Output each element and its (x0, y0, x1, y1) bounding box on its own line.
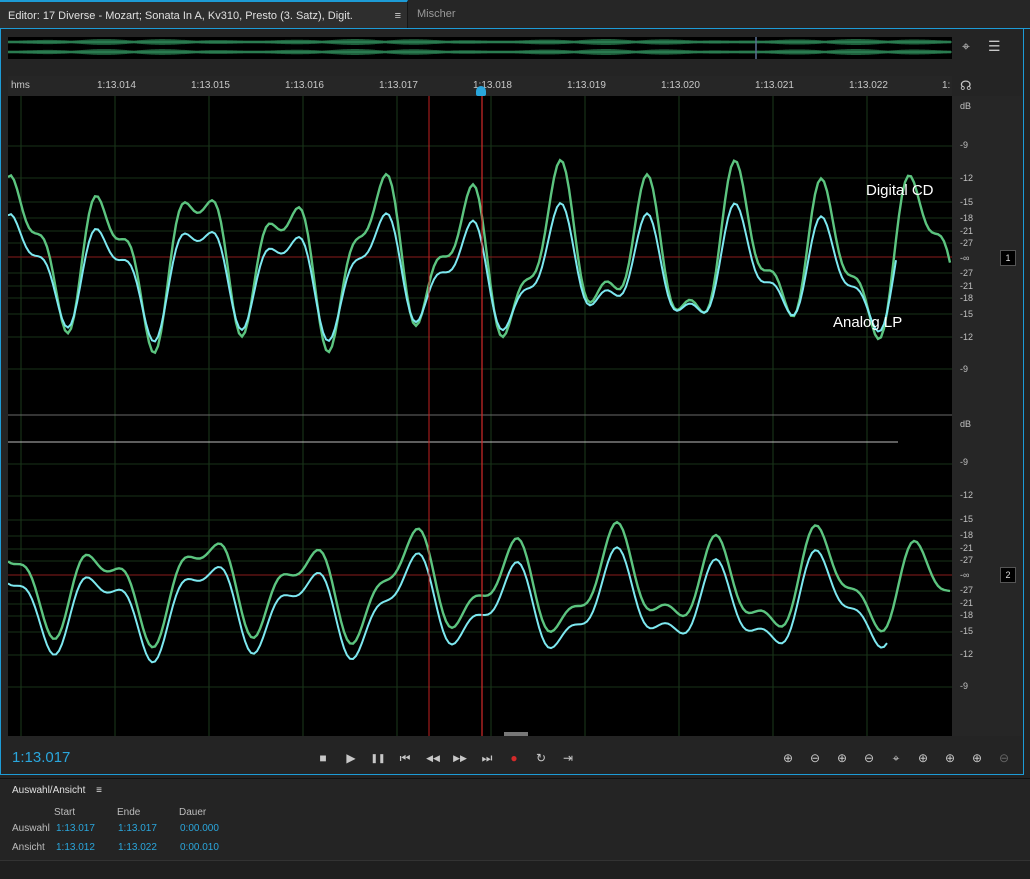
tab-menu-icon[interactable]: ≡ (395, 2, 401, 30)
db-label: -21 (960, 281, 974, 291)
zoom-selection-icon[interactable]: ⌖ (884, 749, 908, 767)
selection-panel-title-text: Auswahl/Ansicht (12, 785, 86, 796)
db-label: -21 (960, 226, 974, 236)
db-label: -12 (960, 490, 974, 500)
tab-mixer[interactable]: Mischer (409, 0, 484, 28)
current-timecode[interactable]: 1:13.017 (12, 749, 70, 766)
ruler-tick: 1:13.020 (661, 80, 700, 91)
col-header-end: Ende (117, 807, 141, 818)
row-label-view: Ansicht (12, 842, 45, 853)
db-label: -15 (960, 514, 974, 524)
row-label-selection: Auswahl (12, 823, 50, 834)
col-header-start: Start (54, 807, 76, 818)
col-header-duration: Dauer (179, 807, 207, 818)
db-label: dB (960, 419, 972, 429)
list-icon[interactable]: ☰ (988, 38, 1001, 55)
db-label: -21 (960, 543, 974, 553)
loop-button[interactable]: ↻ (530, 749, 552, 767)
ch2-analog-wave (7, 546, 888, 664)
go-to-end-button[interactable]: ⏭ (476, 749, 498, 767)
rewind-button[interactable]: ◀◀ (422, 749, 444, 767)
db-label: -18 (960, 213, 974, 223)
ruler-unit: hms (11, 80, 30, 91)
db-label: -9 (960, 681, 969, 691)
db-label: -27 (960, 268, 974, 278)
zoom-fit-icon[interactable]: ⊕ (965, 749, 989, 767)
zoom-in-right-icon[interactable]: ⊕ (938, 749, 962, 767)
stop-button[interactable]: ■ (312, 749, 334, 767)
ruler-tick: 1:13.022 (849, 80, 888, 91)
db-label: -18 (960, 293, 974, 303)
view-start-field[interactable]: 1:13.012 (56, 842, 95, 853)
ruler-tick: 1:13.015 (191, 80, 230, 91)
annotation-digital: Digital CD (866, 182, 934, 199)
zoom-in-time-icon[interactable]: ⊕ (830, 749, 854, 767)
selection-duration-field[interactable]: 0:00.000 (180, 823, 219, 834)
ruler-tick: 1:13.014 (97, 80, 136, 91)
db-label: -15 (960, 309, 974, 319)
overview-waveform[interactable] (7, 37, 952, 59)
db-label: dB (960, 101, 972, 111)
ch1-analog-wave (7, 201, 897, 343)
scroll-grip (504, 732, 528, 736)
db-label: -∞ (960, 253, 970, 263)
ch2-digital-wave (7, 520, 951, 649)
ruler-tick: 1:13.017 (379, 80, 418, 91)
db-label: -18 (960, 610, 974, 620)
zoom-in-left-icon[interactable]: ⊕ (911, 749, 935, 767)
waveform-svg (7, 96, 952, 736)
skip-selection-button[interactable]: ⇥ (557, 749, 579, 767)
db-label: -15 (960, 197, 974, 207)
panel-menu-icon[interactable]: ≡ (96, 785, 102, 796)
headphones-icon[interactable]: ☊ (960, 78, 972, 94)
zoom-reset-icon[interactable]: ⊖ (992, 749, 1016, 767)
view-end-field[interactable]: 1:13.022 (118, 842, 157, 853)
overview-svg (7, 37, 952, 59)
db-label: -27 (960, 555, 974, 565)
db-scale[interactable]: dB -9 -12 -15 -18 -21 -27 -∞ -27 -21 -18… (952, 96, 1022, 736)
status-strip (0, 860, 1030, 879)
play-button[interactable]: ▶ (340, 749, 362, 767)
pause-button[interactable]: ❚❚ (367, 749, 389, 767)
db-label: -9 (960, 364, 969, 374)
ruler-tick: 1:13.016 (285, 80, 324, 91)
channel-badge-2[interactable]: 2 (1000, 567, 1016, 583)
zoom-in-amplitude-icon[interactable]: ⊕ (776, 749, 800, 767)
db-label: -27 (960, 238, 974, 248)
db-label: -27 (960, 585, 974, 595)
ruler-tick: 1: (942, 80, 951, 91)
db-label: -21 (960, 598, 974, 608)
record-button[interactable]: ● (503, 749, 525, 767)
playhead-handle[interactable] (476, 86, 486, 96)
view-duration-field[interactable]: 0:00.010 (180, 842, 219, 853)
db-label: -9 (960, 140, 969, 150)
tab-editor[interactable]: Editor: 17 Diverse - Mozart; Sonata In A… (0, 0, 408, 50)
db-label: -∞ (960, 570, 970, 580)
fast-forward-button[interactable]: ▶▶ (449, 749, 471, 767)
db-label: -12 (960, 332, 974, 342)
db-label: -12 (960, 649, 974, 659)
db-label: -18 (960, 530, 974, 540)
zoom-out-amplitude-icon[interactable]: ⊖ (803, 749, 827, 767)
db-label: -9 (960, 457, 969, 467)
zoom-out-time-icon[interactable]: ⊖ (857, 749, 881, 767)
go-to-start-button[interactable]: ⏮ (394, 749, 416, 767)
tab-bar: Editor: 17 Diverse - Mozart; Sonata In A… (0, 0, 1030, 50)
selection-panel-title: Auswahl/Ansicht ≡ (12, 785, 102, 796)
ruler-tick: 1:13.021 (755, 80, 794, 91)
db-label: -12 (960, 173, 974, 183)
annotation-analog: Analog LP (833, 314, 903, 331)
waveform-display[interactable]: Digital CD Analog LP (7, 96, 952, 736)
ruler-tick: 1:13.019 (567, 80, 606, 91)
channel-badge-1[interactable]: 1 (1000, 250, 1016, 266)
db-label: -15 (960, 626, 974, 636)
zoom-icon[interactable]: ⌖ (962, 38, 970, 55)
selection-end-field[interactable]: 1:13.017 (118, 823, 157, 834)
selection-start-field[interactable]: 1:13.017 (56, 823, 95, 834)
